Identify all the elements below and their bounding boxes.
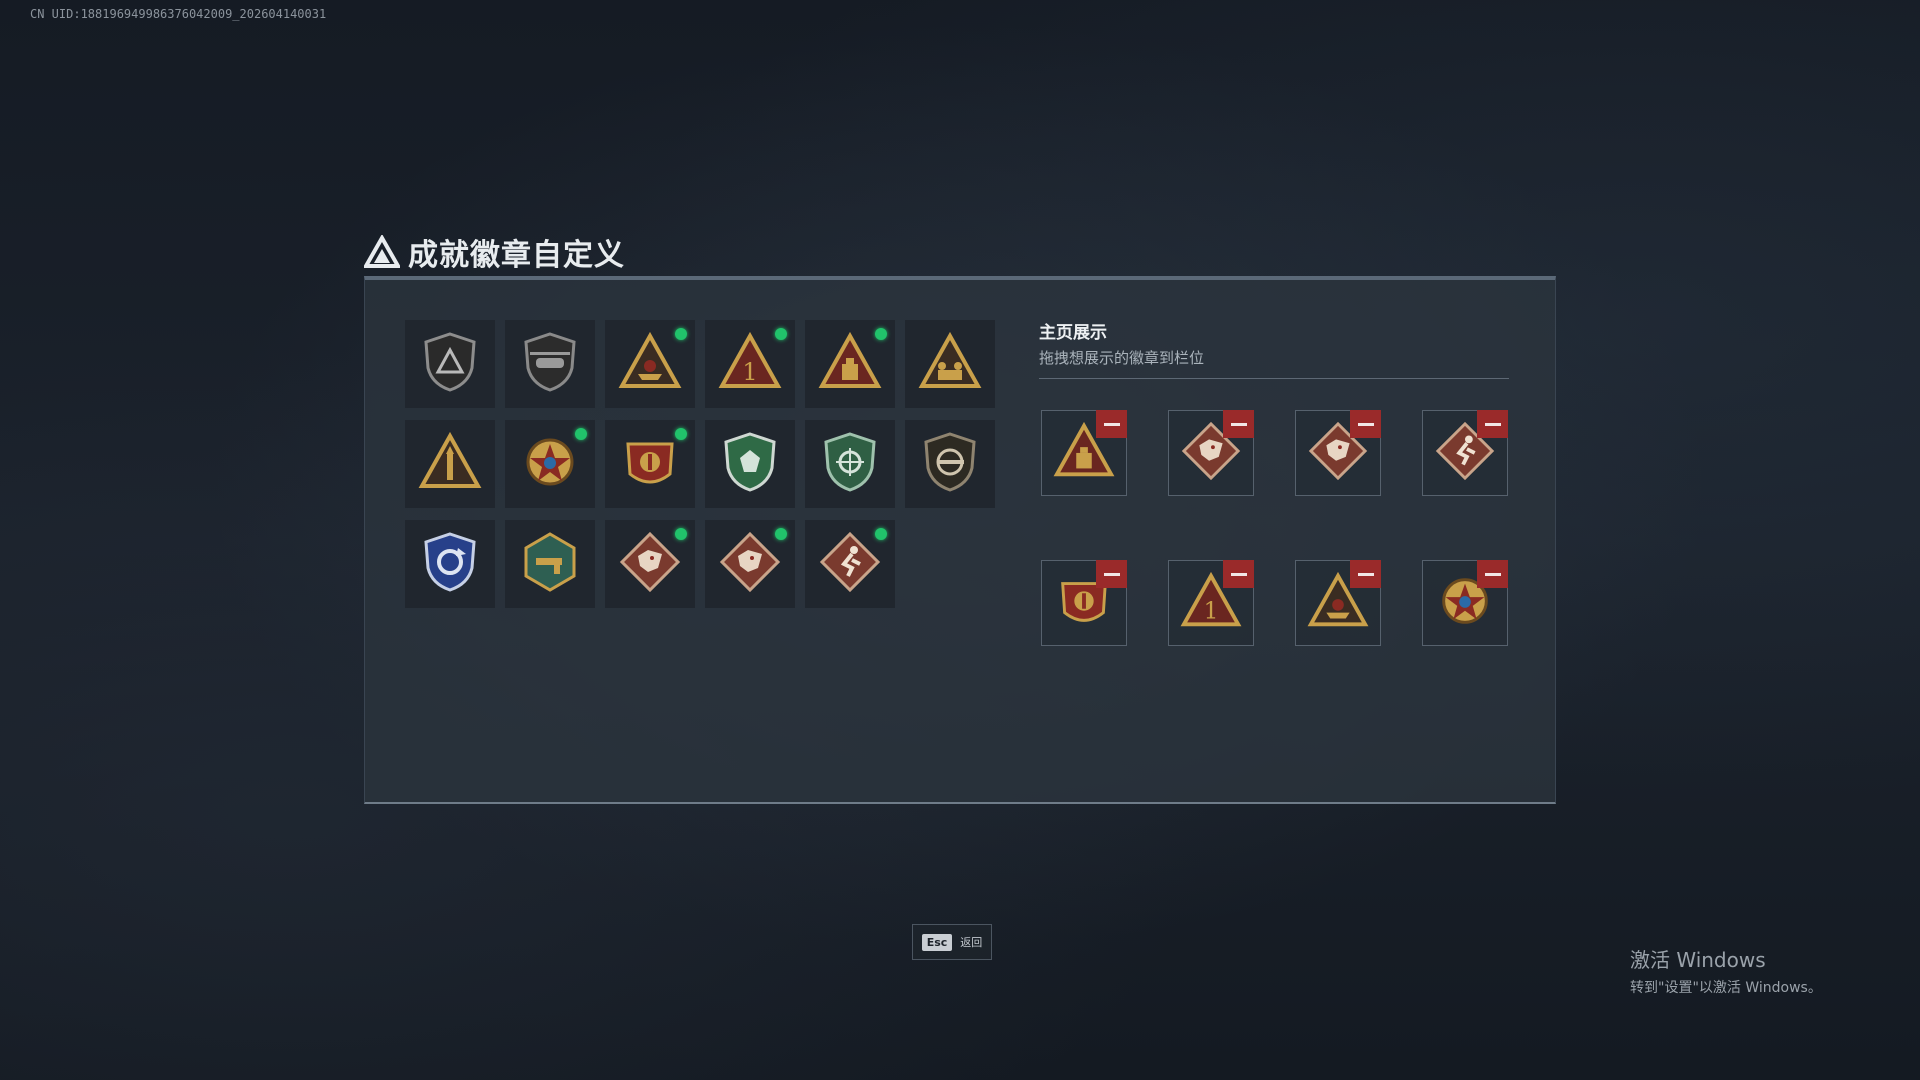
badge-grid: 1: [405, 320, 995, 608]
badge-cell[interactable]: [905, 320, 995, 408]
soldiers-triangle-icon: [918, 330, 982, 398]
triangle-logo-icon: [364, 235, 400, 268]
remove-slot-button[interactable]: [1350, 560, 1381, 588]
badge-cell[interactable]: [805, 420, 895, 508]
uid-label: CN UID:18819694998637604200​9_2026041400…: [30, 7, 327, 21]
rocket-triangle-icon: [418, 430, 482, 498]
helicopter-shield-icon: [518, 330, 582, 398]
dragon-diamond-icon: [618, 530, 682, 598]
windows-activation-watermark: 激活 Windows 转到"设置"以激活 Windows。: [1630, 944, 1822, 997]
showcase-slot[interactable]: 1: [1168, 560, 1254, 646]
minus-icon: [1103, 572, 1120, 576]
badge-cell[interactable]: [705, 520, 795, 608]
remove-slot-button[interactable]: [1477, 560, 1508, 588]
new-indicator-dot: [575, 428, 587, 440]
showcase-slot[interactable]: [1168, 410, 1254, 496]
minus-icon: [1357, 422, 1374, 426]
showcase-slot[interactable]: [1422, 560, 1508, 646]
svg-text:1: 1: [742, 358, 757, 386]
runner-diamond-icon: [818, 530, 882, 598]
minus-icon: [1484, 422, 1501, 426]
remove-slot-button[interactable]: [1477, 410, 1508, 438]
badge-cell[interactable]: [605, 520, 695, 608]
badge-cell[interactable]: [805, 520, 895, 608]
badge-cell[interactable]: 1: [705, 320, 795, 408]
page-title: 成就徽章自定义: [408, 238, 625, 273]
new-indicator-dot: [775, 528, 787, 540]
back-button[interactable]: Esc 返回: [912, 924, 992, 960]
crate-triangle-icon: [818, 330, 882, 398]
badge-cell[interactable]: [505, 420, 595, 508]
blue-arrows-shield-icon: [418, 530, 482, 598]
badge-cell[interactable]: [405, 420, 495, 508]
minus-icon: [1357, 572, 1374, 576]
rifle-shield-icon: [918, 430, 982, 498]
badge-cell[interactable]: [505, 320, 595, 408]
remove-slot-button[interactable]: [1223, 560, 1254, 588]
badge-cell[interactable]: [505, 520, 595, 608]
minus-icon: [1230, 572, 1247, 576]
new-indicator-dot: [875, 328, 887, 340]
remove-slot-button[interactable]: [1350, 410, 1381, 438]
green-crosshair-shield-icon: [818, 430, 882, 498]
badge-panel: 1 主页展示 拖拽想展示的徽章到栏位 1: [364, 276, 1556, 804]
showcase-slot[interactable]: [1041, 410, 1127, 496]
showcase-header: 主页展示 拖拽想展示的徽章到栏位: [1039, 318, 1509, 379]
boat-triangle-icon: [618, 330, 682, 398]
badge-cell[interactable]: [405, 520, 495, 608]
minus-icon: [1103, 422, 1120, 426]
watermark-title: 激活 Windows: [1630, 948, 1766, 972]
page-header: 成就徽章自定义: [364, 230, 625, 274]
badge-cell[interactable]: [905, 420, 995, 508]
minus-icon: [1484, 572, 1501, 576]
badge-cell[interactable]: [605, 420, 695, 508]
showcase-slot[interactable]: [1422, 410, 1508, 496]
back-label: 返回: [960, 936, 983, 949]
new-indicator-dot: [775, 328, 787, 340]
new-indicator-dot: [675, 428, 687, 440]
badge-cell[interactable]: [405, 320, 495, 408]
number-one-triangle-icon: 1: [718, 330, 782, 398]
badge-cell[interactable]: [805, 320, 895, 408]
remove-slot-button[interactable]: [1096, 560, 1127, 588]
minus-icon: [1230, 422, 1247, 426]
new-indicator-dot: [875, 528, 887, 540]
badge-cell[interactable]: [705, 420, 795, 508]
showcase-slot[interactable]: [1295, 560, 1381, 646]
star-medal-icon: [518, 430, 582, 498]
remove-slot-button[interactable]: [1096, 410, 1127, 438]
remove-slot-button[interactable]: [1223, 410, 1254, 438]
showcase-title: 主页展示: [1039, 323, 1107, 343]
gun-hexagon-icon: [518, 530, 582, 598]
showcase-slots: 1: [1041, 410, 1508, 646]
shield-triangle-icon: [418, 330, 482, 398]
esc-key-icon: Esc: [921, 933, 953, 951]
green-gem-shield-icon: [718, 430, 782, 498]
dragon-diamond-icon: [718, 530, 782, 598]
new-indicator-dot: [675, 328, 687, 340]
showcase-slot[interactable]: [1295, 410, 1381, 496]
eagle-shield-medal-icon: [618, 430, 682, 498]
watermark-subtitle: 转到"设置"以激活 Windows。: [1630, 980, 1822, 996]
showcase-slot[interactable]: [1041, 560, 1127, 646]
showcase-subtitle: 拖拽想展示的徽章到栏位: [1039, 349, 1205, 367]
new-indicator-dot: [675, 528, 687, 540]
divider: [1039, 378, 1509, 379]
badge-cell[interactable]: [605, 320, 695, 408]
svg-text:1: 1: [1204, 597, 1219, 624]
